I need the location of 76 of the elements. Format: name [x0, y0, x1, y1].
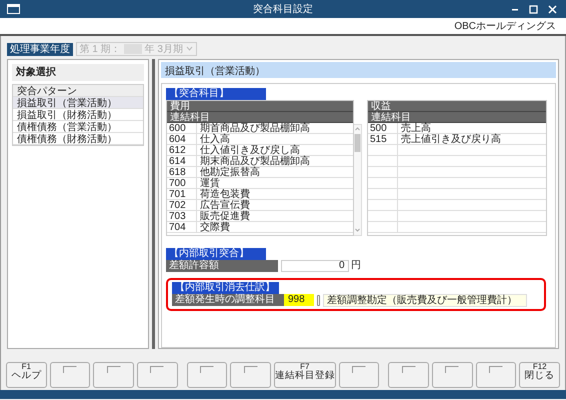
column-header: 連結科目	[167, 112, 353, 122]
table-cell-text: 広告宣伝費	[199, 200, 251, 210]
function-key[interactable]	[432, 362, 473, 388]
function-key[interactable]	[476, 362, 516, 388]
company-name: OBCホールディングス	[454, 20, 556, 32]
function-key[interactable]: F1 ヘルプ	[6, 362, 47, 388]
list-item[interactable]: 損益取引（営業活動）	[13, 96, 143, 108]
key-tab-icon	[150, 366, 164, 373]
window-title: 突合科目設定	[253, 4, 313, 14]
table-cell-text: 期末商品及び製品棚卸高	[199, 156, 311, 166]
function-key[interactable]	[136, 362, 178, 388]
key-tab-icon	[489, 366, 504, 373]
function-key[interactable]	[50, 362, 90, 388]
close-icon[interactable]	[548, 4, 556, 14]
table-cell-text: 期首商品及び製品棚卸高	[200, 122, 311, 132]
minimize-icon[interactable]	[512, 8, 518, 10]
maximize-icon[interactable]	[529, 4, 538, 14]
table-cell-text: 売上値引き及び戻り高	[400, 134, 502, 144]
function-key[interactable]: F12 閉じる	[519, 362, 560, 388]
section-title: 【内部取引突合】	[166, 248, 266, 260]
section-title: 【突合科目】	[166, 88, 266, 100]
table-cell-text: 他勘定振替高	[199, 166, 261, 176]
table-cell: 614	[167, 156, 197, 166]
list-header: 突合パターン	[13, 84, 143, 96]
tolerance-field[interactable]: 0	[280, 260, 348, 272]
list-item[interactable]: 債権債務（財務活動）	[13, 132, 143, 144]
table-cell: 600	[167, 122, 197, 132]
account-code-field[interactable]: 998	[284, 294, 314, 306]
table-cell-text: 販売促進費	[199, 210, 251, 220]
account-name-field: 差額調整勘定（販売費及び一般管理費計）	[323, 294, 527, 306]
table-title: 費用	[167, 100, 353, 112]
splitter-handle[interactable]	[152, 58, 155, 348]
function-key[interactable]	[388, 362, 430, 388]
table-cell: 612	[167, 144, 197, 154]
table-cell: 701	[167, 188, 197, 198]
key-tab-icon	[352, 366, 366, 373]
list-item[interactable]: 債権債務（営業活動）	[13, 120, 143, 132]
table-cell: 515	[368, 134, 398, 144]
table-cell-text: 仕入値引き及び戻し高	[199, 144, 301, 154]
panel-title: 対象選択	[12, 64, 144, 80]
table-cell-text: 売上高	[401, 122, 432, 132]
table-cell: 618	[167, 166, 197, 176]
table-cell: 703	[167, 210, 197, 220]
table-title: 収益	[368, 100, 546, 112]
field-label: 差額許容額	[166, 260, 278, 272]
table-cell-text: 運賃	[199, 178, 220, 188]
function-key[interactable]	[230, 362, 271, 388]
table-cell-text: 荷造包装費	[199, 188, 251, 198]
table-cell: 604	[167, 134, 197, 144]
function-key[interactable]: F7 連結科目登録	[274, 362, 336, 388]
caret-icon	[186, 46, 193, 52]
table-cell-text: 仕入高	[199, 134, 231, 144]
table-cell-text: 交際費	[199, 222, 231, 232]
list-item[interactable]: 損益取引（財務活動）	[13, 108, 143, 120]
unit-label: 円	[351, 260, 361, 271]
key-tab-icon	[62, 366, 77, 373]
scrollbar[interactable]	[354, 124, 362, 236]
function-key[interactable]	[186, 362, 228, 388]
table-cell: 702	[167, 200, 197, 210]
key-tab-icon	[244, 366, 258, 373]
key-tab-icon	[106, 366, 121, 373]
column-header: 連結科目	[368, 112, 546, 122]
key-tab-icon	[402, 366, 416, 373]
table-cell: 704	[167, 222, 197, 232]
section-title: 【内部取引消去仕訳】	[172, 282, 279, 294]
fiscal-year-label: 処理事業年度	[7, 42, 73, 56]
window-icon	[7, 4, 20, 14]
detail-title: 損益取引（営業活動）	[161, 62, 556, 78]
text-cursor-icon	[317, 294, 320, 306]
function-key[interactable]	[93, 362, 134, 388]
field-label: 差額発生時の調整科目	[172, 294, 284, 306]
table-cell: 700	[167, 178, 197, 188]
table-cell: 500	[368, 122, 398, 132]
key-tab-icon	[200, 366, 214, 373]
key-tab-icon	[445, 366, 460, 373]
function-key[interactable]	[338, 362, 380, 388]
